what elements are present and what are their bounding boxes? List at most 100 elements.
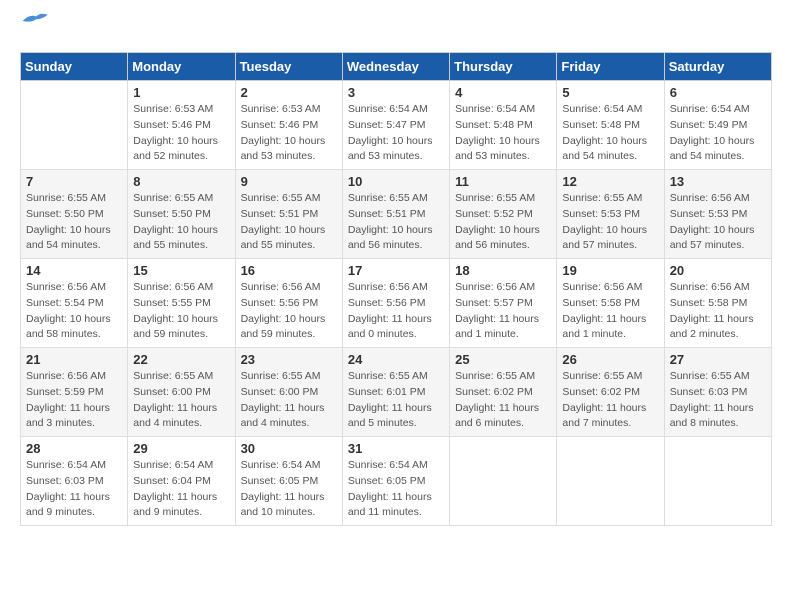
day-info: Sunrise: 6:54 AM Sunset: 5:47 PM Dayligh… [348,102,444,165]
calendar-week-row: 21 Sunrise: 6:56 AM Sunset: 5:59 PM Dayl… [21,348,772,437]
calendar-cell: 1 Sunrise: 6:53 AM Sunset: 5:46 PM Dayli… [128,81,235,170]
calendar-cell: 5 Sunrise: 6:54 AM Sunset: 5:48 PM Dayli… [557,81,664,170]
calendar-cell: 4 Sunrise: 6:54 AM Sunset: 5:48 PM Dayli… [450,81,557,170]
calendar-cell: 6 Sunrise: 6:54 AM Sunset: 5:49 PM Dayli… [664,81,771,170]
weekday-header: Thursday [450,53,557,81]
calendar-cell: 20 Sunrise: 6:56 AM Sunset: 5:58 PM Dayl… [664,259,771,348]
day-number: 7 [26,174,122,189]
calendar-cell: 18 Sunrise: 6:56 AM Sunset: 5:57 PM Dayl… [450,259,557,348]
logo-bird-icon [22,12,50,30]
calendar-cell: 2 Sunrise: 6:53 AM Sunset: 5:46 PM Dayli… [235,81,342,170]
calendar-cell: 15 Sunrise: 6:56 AM Sunset: 5:55 PM Dayl… [128,259,235,348]
weekday-header: Wednesday [342,53,449,81]
calendar-cell: 26 Sunrise: 6:55 AM Sunset: 6:02 PM Dayl… [557,348,664,437]
day-info: Sunrise: 6:55 AM Sunset: 5:52 PM Dayligh… [455,191,551,254]
day-number: 8 [133,174,229,189]
day-number: 23 [241,352,337,367]
day-number: 1 [133,85,229,100]
day-info: Sunrise: 6:56 AM Sunset: 5:57 PM Dayligh… [455,280,551,343]
calendar-cell: 27 Sunrise: 6:55 AM Sunset: 6:03 PM Dayl… [664,348,771,437]
day-number: 31 [348,441,444,456]
day-number: 27 [670,352,766,367]
day-info: Sunrise: 6:55 AM Sunset: 6:03 PM Dayligh… [670,369,766,432]
weekday-header: Monday [128,53,235,81]
calendar-table: SundayMondayTuesdayWednesdayThursdayFrid… [20,52,772,526]
calendar-cell: 3 Sunrise: 6:54 AM Sunset: 5:47 PM Dayli… [342,81,449,170]
day-info: Sunrise: 6:54 AM Sunset: 6:05 PM Dayligh… [348,458,444,521]
day-info: Sunrise: 6:55 AM Sunset: 6:00 PM Dayligh… [241,369,337,432]
day-number: 20 [670,263,766,278]
calendar-cell: 9 Sunrise: 6:55 AM Sunset: 5:51 PM Dayli… [235,170,342,259]
day-number: 3 [348,85,444,100]
day-info: Sunrise: 6:53 AM Sunset: 5:46 PM Dayligh… [133,102,229,165]
day-info: Sunrise: 6:56 AM Sunset: 5:58 PM Dayligh… [670,280,766,343]
day-number: 29 [133,441,229,456]
day-number: 5 [562,85,658,100]
calendar-cell: 16 Sunrise: 6:56 AM Sunset: 5:56 PM Dayl… [235,259,342,348]
calendar-cell: 7 Sunrise: 6:55 AM Sunset: 5:50 PM Dayli… [21,170,128,259]
day-number: 18 [455,263,551,278]
calendar-cell [21,81,128,170]
day-info: Sunrise: 6:56 AM Sunset: 5:54 PM Dayligh… [26,280,122,343]
calendar-cell: 24 Sunrise: 6:55 AM Sunset: 6:01 PM Dayl… [342,348,449,437]
day-info: Sunrise: 6:54 AM Sunset: 5:48 PM Dayligh… [562,102,658,165]
calendar-cell: 21 Sunrise: 6:56 AM Sunset: 5:59 PM Dayl… [21,348,128,437]
day-number: 6 [670,85,766,100]
day-number: 30 [241,441,337,456]
day-info: Sunrise: 6:56 AM Sunset: 5:56 PM Dayligh… [241,280,337,343]
day-number: 21 [26,352,122,367]
calendar-cell: 17 Sunrise: 6:56 AM Sunset: 5:56 PM Dayl… [342,259,449,348]
calendar-cell: 29 Sunrise: 6:54 AM Sunset: 6:04 PM Dayl… [128,437,235,526]
calendar-cell: 11 Sunrise: 6:55 AM Sunset: 5:52 PM Dayl… [450,170,557,259]
page-header [20,20,772,42]
day-info: Sunrise: 6:55 AM Sunset: 5:50 PM Dayligh… [26,191,122,254]
calendar-week-row: 14 Sunrise: 6:56 AM Sunset: 5:54 PM Dayl… [21,259,772,348]
day-number: 19 [562,263,658,278]
weekday-header: Friday [557,53,664,81]
calendar-cell: 28 Sunrise: 6:54 AM Sunset: 6:03 PM Dayl… [21,437,128,526]
calendar-cell: 14 Sunrise: 6:56 AM Sunset: 5:54 PM Dayl… [21,259,128,348]
day-number: 12 [562,174,658,189]
day-number: 10 [348,174,444,189]
calendar-cell: 23 Sunrise: 6:55 AM Sunset: 6:00 PM Dayl… [235,348,342,437]
day-info: Sunrise: 6:54 AM Sunset: 5:48 PM Dayligh… [455,102,551,165]
day-info: Sunrise: 6:54 AM Sunset: 6:03 PM Dayligh… [26,458,122,521]
day-info: Sunrise: 6:55 AM Sunset: 5:51 PM Dayligh… [241,191,337,254]
day-info: Sunrise: 6:56 AM Sunset: 5:59 PM Dayligh… [26,369,122,432]
day-number: 26 [562,352,658,367]
day-number: 25 [455,352,551,367]
day-number: 22 [133,352,229,367]
calendar-cell: 31 Sunrise: 6:54 AM Sunset: 6:05 PM Dayl… [342,437,449,526]
day-info: Sunrise: 6:55 AM Sunset: 5:51 PM Dayligh… [348,191,444,254]
calendar-week-row: 7 Sunrise: 6:55 AM Sunset: 5:50 PM Dayli… [21,170,772,259]
day-info: Sunrise: 6:56 AM Sunset: 5:53 PM Dayligh… [670,191,766,254]
day-info: Sunrise: 6:55 AM Sunset: 5:50 PM Dayligh… [133,191,229,254]
day-info: Sunrise: 6:54 AM Sunset: 6:05 PM Dayligh… [241,458,337,521]
calendar-cell: 25 Sunrise: 6:55 AM Sunset: 6:02 PM Dayl… [450,348,557,437]
calendar-header-row: SundayMondayTuesdayWednesdayThursdayFrid… [21,53,772,81]
day-info: Sunrise: 6:55 AM Sunset: 6:00 PM Dayligh… [133,369,229,432]
calendar-cell [664,437,771,526]
weekday-header: Saturday [664,53,771,81]
day-info: Sunrise: 6:55 AM Sunset: 6:02 PM Dayligh… [562,369,658,432]
day-number: 28 [26,441,122,456]
calendar-cell [450,437,557,526]
logo [20,20,50,42]
calendar-cell: 10 Sunrise: 6:55 AM Sunset: 5:51 PM Dayl… [342,170,449,259]
day-number: 15 [133,263,229,278]
day-number: 14 [26,263,122,278]
weekday-header: Tuesday [235,53,342,81]
day-info: Sunrise: 6:54 AM Sunset: 5:49 PM Dayligh… [670,102,766,165]
calendar-cell: 13 Sunrise: 6:56 AM Sunset: 5:53 PM Dayl… [664,170,771,259]
calendar-cell: 12 Sunrise: 6:55 AM Sunset: 5:53 PM Dayl… [557,170,664,259]
day-info: Sunrise: 6:53 AM Sunset: 5:46 PM Dayligh… [241,102,337,165]
day-info: Sunrise: 6:55 AM Sunset: 5:53 PM Dayligh… [562,191,658,254]
day-number: 4 [455,85,551,100]
weekday-header: Sunday [21,53,128,81]
calendar-cell: 19 Sunrise: 6:56 AM Sunset: 5:58 PM Dayl… [557,259,664,348]
calendar-week-row: 28 Sunrise: 6:54 AM Sunset: 6:03 PM Dayl… [21,437,772,526]
day-info: Sunrise: 6:55 AM Sunset: 6:02 PM Dayligh… [455,369,551,432]
day-number: 9 [241,174,337,189]
day-number: 11 [455,174,551,189]
day-number: 16 [241,263,337,278]
